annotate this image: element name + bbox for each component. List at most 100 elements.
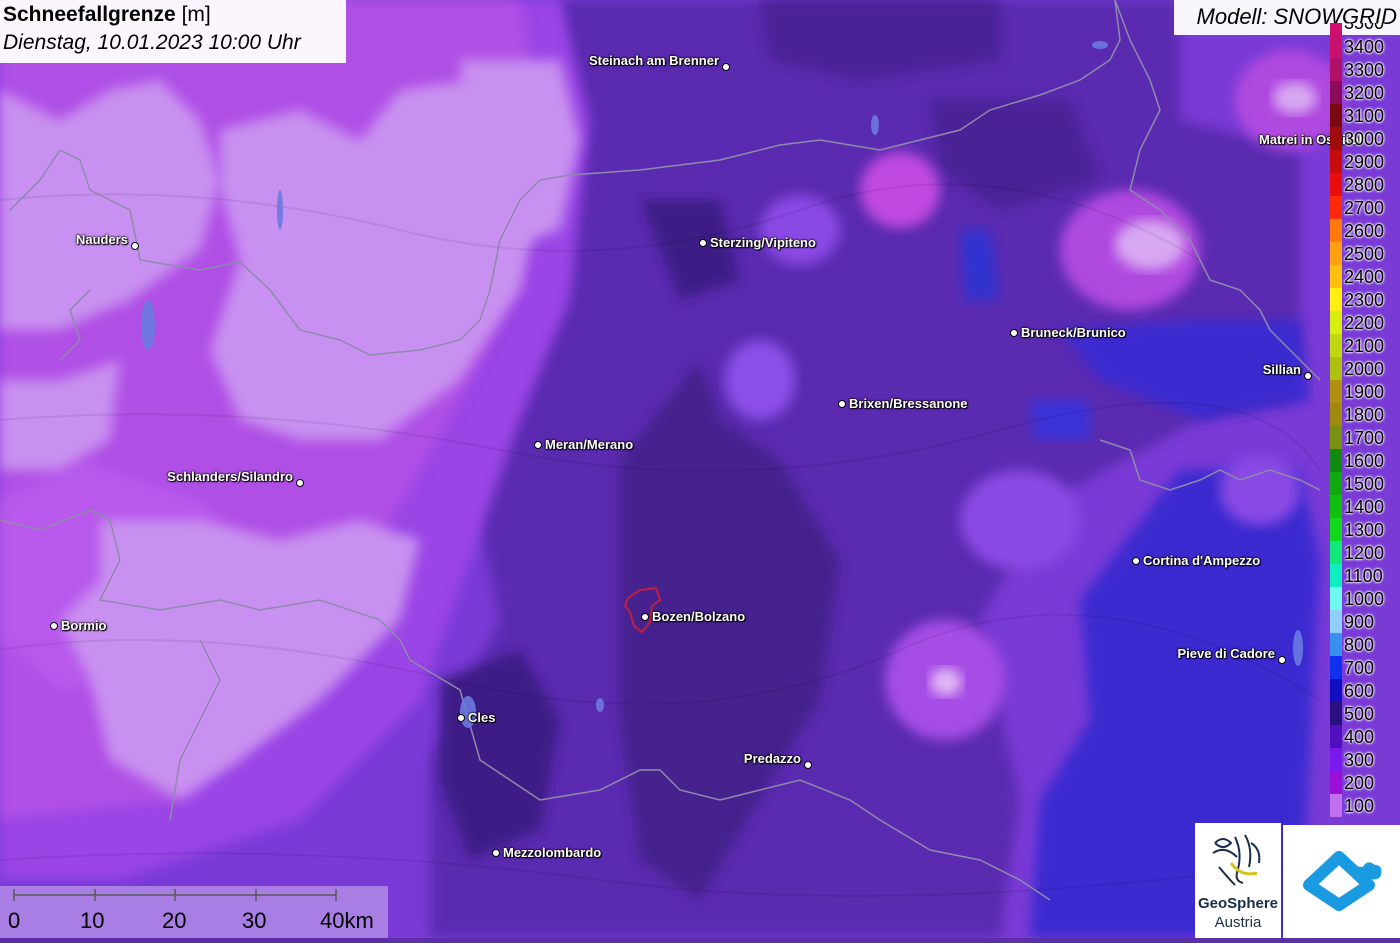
legend-swatch bbox=[1330, 150, 1342, 173]
legend-label: 3100 bbox=[1344, 106, 1385, 126]
logo-text-line2: Austria bbox=[1214, 914, 1262, 931]
legend-row: 700 bbox=[1328, 656, 1400, 679]
legend-swatch bbox=[1330, 265, 1342, 288]
legend-swatch bbox=[1330, 702, 1342, 725]
legend-row: 1000 bbox=[1328, 587, 1400, 610]
legend-row: 1300 bbox=[1328, 518, 1400, 541]
city-label: Nauders bbox=[75, 232, 128, 247]
map-datetime: Dienstag, 10.01.2023 10:00 Uhr bbox=[3, 31, 301, 54]
city-label: Mezzolombardo bbox=[503, 845, 602, 860]
city-label: Steinach am Brenner bbox=[588, 53, 719, 68]
city-label: Bruneck/Brunico bbox=[1021, 325, 1126, 340]
city-marker-icon bbox=[804, 761, 812, 769]
legend-swatch bbox=[1330, 357, 1342, 380]
legend-swatch bbox=[1330, 794, 1342, 817]
legend-label: 1000 bbox=[1344, 589, 1385, 609]
city-label: Predazzo bbox=[743, 751, 801, 766]
city-label: Bozen/Bolzano bbox=[652, 609, 746, 624]
legend-label: 2400 bbox=[1344, 267, 1385, 287]
legend-row: 3100 bbox=[1328, 104, 1400, 127]
legend-row: 2100 bbox=[1328, 334, 1400, 357]
legend-row: 2700 bbox=[1328, 196, 1400, 219]
legend-label: 3400 bbox=[1344, 37, 1385, 57]
legend-row: 1600 bbox=[1328, 449, 1400, 472]
partner-logo[interactable] bbox=[1283, 825, 1400, 938]
variable-name: Schneefallgrenze bbox=[3, 3, 176, 26]
legend-label: 2500 bbox=[1344, 244, 1385, 264]
legend-row: 3400 bbox=[1328, 35, 1400, 58]
legend-label: 900 bbox=[1344, 612, 1375, 632]
legend-swatch bbox=[1330, 518, 1342, 541]
geosphere-logo[interactable]: GeoSphere Austria bbox=[1195, 823, 1281, 938]
legend-swatch bbox=[1330, 725, 1342, 748]
legend-label: 300 bbox=[1344, 750, 1375, 770]
city-marker-icon bbox=[1304, 372, 1312, 380]
city-marker-icon bbox=[838, 400, 846, 408]
legend-swatch bbox=[1330, 104, 1342, 127]
city-label: Bormio bbox=[61, 618, 107, 633]
scale-label: 30 bbox=[242, 908, 267, 933]
legend-row: 1800 bbox=[1328, 403, 1400, 426]
scale-label: 10 bbox=[80, 908, 105, 933]
city-marker-icon bbox=[1278, 656, 1286, 664]
legend-swatch bbox=[1330, 196, 1342, 219]
city-marker-icon bbox=[722, 63, 730, 71]
legend-swatch bbox=[1330, 679, 1342, 702]
legend-row: 600 bbox=[1328, 679, 1400, 702]
legend-swatch bbox=[1330, 449, 1342, 472]
legend-row: 200 bbox=[1328, 771, 1400, 794]
legend-swatch bbox=[1330, 380, 1342, 403]
legend-row: 2400 bbox=[1328, 265, 1400, 288]
legend-swatch bbox=[1330, 610, 1342, 633]
legend-label: 1900 bbox=[1344, 382, 1385, 402]
legend-swatch bbox=[1330, 242, 1342, 265]
legend-swatch bbox=[1330, 564, 1342, 587]
legend-swatch bbox=[1330, 58, 1342, 81]
legend-label: 2900 bbox=[1344, 152, 1385, 172]
legend-label: 1700 bbox=[1344, 428, 1385, 448]
legend-swatch bbox=[1330, 311, 1342, 334]
legend-swatch bbox=[1330, 23, 1342, 35]
legend-row: 1100 bbox=[1328, 564, 1400, 587]
legend-swatch bbox=[1330, 334, 1342, 357]
legend-swatch bbox=[1330, 633, 1342, 656]
city-label: Cles bbox=[468, 710, 496, 725]
legend-label: 1800 bbox=[1344, 405, 1385, 425]
logo-text-line1: GeoSphere bbox=[1197, 895, 1279, 912]
legend-label: 2000 bbox=[1344, 359, 1385, 379]
legend-row: 3200 bbox=[1328, 81, 1400, 104]
legend-row: 3000 bbox=[1328, 127, 1400, 150]
color-legend: 3500 3400 3300 3200 3100 3000 2900 2800 2700 2600… bbox=[1328, 23, 1400, 825]
city-label: Brixen/Bressanone bbox=[849, 396, 968, 411]
legend-label: 600 bbox=[1344, 681, 1375, 701]
city-marker-icon bbox=[641, 613, 649, 621]
city-marker-icon bbox=[534, 441, 542, 449]
legend-swatch bbox=[1330, 771, 1342, 794]
city-marker-icon bbox=[1010, 329, 1018, 337]
legend-row: 2200 bbox=[1328, 311, 1400, 334]
legend-row: 2500 bbox=[1328, 242, 1400, 265]
legend-row: 900 bbox=[1328, 610, 1400, 633]
legend-label: 1400 bbox=[1344, 497, 1385, 517]
legend-swatch bbox=[1330, 495, 1342, 518]
city-marker-icon bbox=[1132, 557, 1140, 565]
city-label: Meran/Merano bbox=[545, 437, 634, 452]
map-title-box: Schneefallgrenze [m] Dienstag, 10.01.202… bbox=[0, 0, 346, 63]
legend-row: 300 bbox=[1328, 748, 1400, 771]
legend-swatch bbox=[1330, 426, 1342, 449]
legend-swatch bbox=[1330, 472, 1342, 495]
legend-label: 3500 bbox=[1344, 23, 1385, 33]
legend-swatch bbox=[1330, 748, 1342, 771]
legend-row: 2300 bbox=[1328, 288, 1400, 311]
legend-row: 3300 bbox=[1328, 58, 1400, 81]
city-marker-icon bbox=[457, 714, 465, 722]
legend-row: 100 bbox=[1328, 794, 1400, 817]
city-marker-icon bbox=[50, 622, 58, 630]
legend-label: 1300 bbox=[1344, 520, 1385, 540]
mountain-cloud-logo-icon bbox=[1303, 851, 1382, 911]
scale-label: 20 bbox=[162, 908, 187, 933]
legend-label: 2100 bbox=[1344, 336, 1385, 356]
city-label: Pieve di Cadore bbox=[1177, 646, 1275, 661]
legend-swatch bbox=[1330, 127, 1342, 150]
legend-swatch bbox=[1330, 656, 1342, 679]
